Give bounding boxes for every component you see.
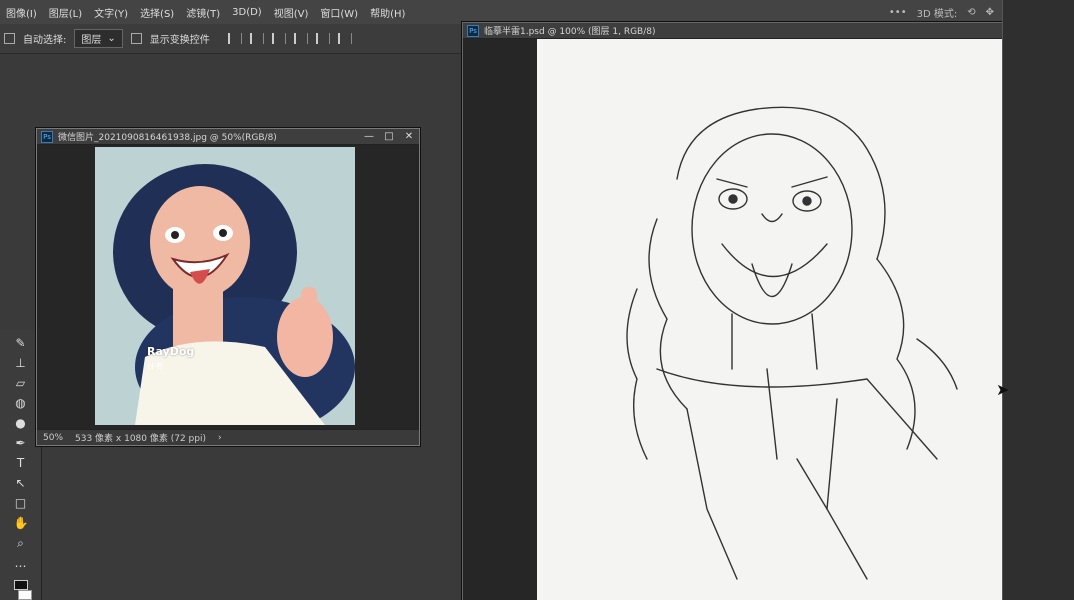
ps-file-icon: Ps	[41, 130, 53, 143]
hand-icon[interactable]: ✋	[14, 516, 29, 530]
align-middle-icon[interactable]	[315, 33, 330, 44]
chevron-right-icon[interactable]: ›	[218, 433, 222, 443]
main-document-window: Ps 临摹半雷1.psd @ 100% (图层 1, RGB/8)	[462, 22, 1004, 600]
align-right-icon[interactable]	[271, 33, 286, 44]
reference-window-title: 微信图片_20210908164619​38.jpg @ 50%(RGB/8)	[58, 133, 277, 143]
menu-type[interactable]: 文字(Y)	[94, 5, 128, 20]
sketch-svg	[626, 106, 958, 580]
menu-view[interactable]: 视图(V)	[274, 5, 309, 20]
show-transform-label: 显示变换控件	[149, 35, 210, 46]
reference-window-titlebar[interactable]: Ps 微信图片_20210908164619​38.jpg @ 50%(RGB/…	[37, 129, 419, 145]
bucket-icon[interactable]: ◍	[14, 396, 28, 410]
menu-help[interactable]: 帮助(H)	[370, 5, 405, 20]
zoom-level[interactable]: 50%	[43, 433, 63, 443]
watermark-subtext: 计书	[147, 362, 163, 371]
menu-filter[interactable]: 滤镜(T)	[186, 5, 220, 20]
document-info: 533 像素 x 1080 像素 (72 ppi)	[75, 434, 206, 444]
menu-image[interactable]: 图像(I)	[6, 5, 37, 20]
eraser-icon[interactable]: ▱	[14, 376, 28, 390]
more-icon[interactable]: •••	[889, 7, 907, 18]
sketch-canvas[interactable]	[537, 39, 1003, 600]
photoshop-screen: 图像(I) 图层(L) 文字(Y) 选择(S) 滤镜(T) 3D(D) 视图(V…	[0, 0, 1074, 600]
menu-layer[interactable]: 图层(L)	[49, 5, 82, 20]
type-icon[interactable]: T	[14, 456, 28, 470]
reference-window-status: 50% 533 像素 x 1080 像素 (72 ppi) ›	[37, 429, 419, 445]
window-controls: — □ ✕	[359, 129, 419, 145]
maximize-icon[interactable]: □	[379, 129, 399, 145]
more-tools-icon[interactable]: …	[14, 556, 28, 570]
path-select-icon[interactable]: ↖	[14, 476, 28, 490]
foreground-color-swatch[interactable]	[13, 580, 28, 590]
background-color-swatch[interactable]	[17, 590, 32, 600]
auto-select-value: 图层	[81, 35, 102, 46]
watermark-text: RayDog	[147, 345, 195, 358]
menu-select[interactable]: 选择(S)	[140, 5, 174, 20]
stamp-icon[interactable]: ⊥	[14, 356, 28, 370]
align-bottom-icon[interactable]	[337, 33, 352, 44]
align-center-icon[interactable]	[249, 33, 264, 44]
menu-window[interactable]: 窗口(W)	[320, 5, 358, 20]
brush-icon[interactable]: ✎	[14, 336, 28, 350]
menu-3d[interactable]: 3D(D)	[232, 7, 262, 18]
close-icon[interactable]: ✕	[399, 129, 419, 145]
pen-icon[interactable]: ✒	[14, 436, 28, 450]
minimize-icon[interactable]: —	[359, 129, 379, 145]
dodge-icon[interactable]: ●	[14, 416, 28, 430]
zoom-icon[interactable]: ⌕	[14, 536, 28, 550]
pan-icon[interactable]: ✥	[986, 7, 994, 18]
align-top-icon[interactable]	[293, 33, 308, 44]
chevron-down-icon: ⌄	[107, 33, 116, 44]
reference-image-window: Ps 微信图片_20210908164619​38.jpg @ 50%(RGB/…	[36, 128, 420, 446]
orbit-icon[interactable]: ⟲	[967, 7, 975, 18]
reference-illustration: RayDog 计书	[95, 147, 355, 425]
ps-file-icon: Ps	[467, 24, 479, 37]
illustration-svg	[113, 164, 355, 425]
align-buttons	[227, 33, 352, 44]
align-left-icon[interactable]	[227, 33, 242, 44]
menu-bar: 图像(I) 图层(L) 文字(Y) 选择(S) 滤镜(T) 3D(D) 视图(V…	[0, 0, 1074, 24]
auto-select-label: 自动选择:	[23, 35, 67, 46]
mouse-cursor-icon: ➤	[996, 380, 1010, 399]
show-transform-checkbox[interactable]	[130, 33, 142, 44]
main-window-titlebar[interactable]: Ps 临摹半雷1.psd @ 100% (图层 1, RGB/8)	[463, 23, 1003, 39]
auto-select-checkbox[interactable]	[4, 33, 15, 44]
right-panel-dock	[1002, 0, 1074, 600]
3d-mode-label: 3D 模式:	[916, 8, 958, 20]
auto-select-dropdown[interactable]: 图层 ⌄	[74, 29, 123, 48]
rectangle-icon[interactable]: □	[14, 496, 28, 510]
main-window-title: 临摹半雷1.psd @ 100% (图层 1, RGB/8)	[484, 27, 656, 37]
